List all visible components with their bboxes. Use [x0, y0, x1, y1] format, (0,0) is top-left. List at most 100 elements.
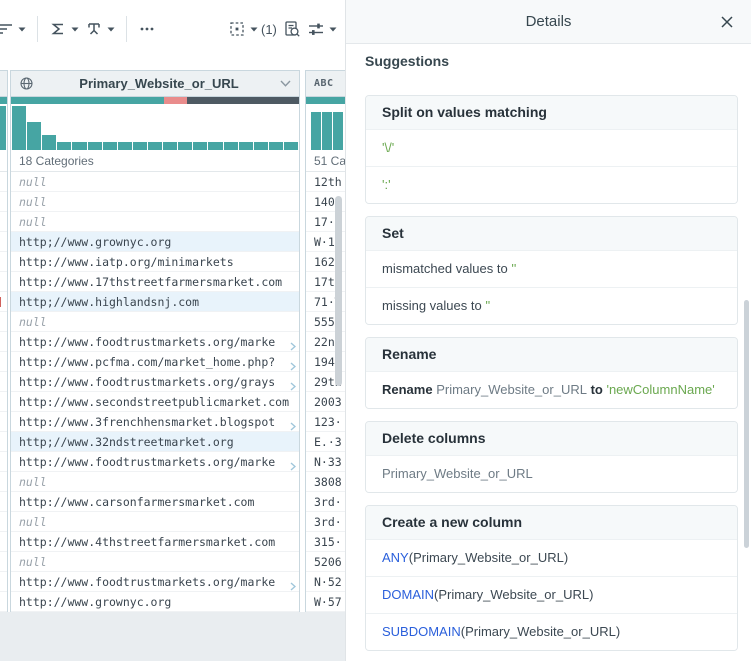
suggestion-text: (Primary_Website_or_URL): [408, 550, 569, 565]
table-row[interactable]: http://www.carsonfarmersmarket.com: [11, 492, 299, 512]
histogram-bar[interactable]: [178, 142, 193, 150]
table-row[interactable]: 315·: [306, 532, 345, 552]
histogram-bar[interactable]: [253, 142, 268, 150]
table-row[interactable]: 123·: [306, 412, 345, 432]
table-row[interactable]: http://www.3frenchhensmarket.blogspot: [11, 412, 299, 432]
table-row[interactable]: http;//www.32ndstreetmarket.org: [11, 432, 299, 452]
table-row: [0, 212, 7, 232]
table-row[interactable]: http://www.foodtrustmarkets.org/grays: [11, 372, 299, 392]
table-row[interactable]: null: [11, 552, 299, 572]
grid-vertical-scrollbar[interactable]: [335, 196, 342, 386]
table-row[interactable]: 5206: [306, 552, 345, 572]
suggestion-text: mismatched values to: [382, 261, 512, 276]
table-row[interactable]: http://www.17thstreetfarmersmarket.com: [11, 272, 299, 292]
table-row[interactable]: 3rd·: [306, 512, 345, 532]
histogram-bar[interactable]: [147, 142, 163, 150]
table-row[interactable]: N·33: [306, 452, 345, 472]
table-row[interactable]: http://www.foodtrustmarkets.org/marke: [11, 452, 299, 472]
table-row[interactable]: http://www.iatp.org/minimarkets: [11, 252, 299, 272]
table-row: [0, 352, 7, 372]
table-row[interactable]: 2003: [306, 392, 345, 412]
histogram-bar[interactable]: [223, 142, 238, 150]
histogram-bar[interactable]: [87, 142, 102, 150]
histogram-bar[interactable]: [268, 142, 283, 150]
histogram-bar[interactable]: [117, 142, 132, 150]
table-row[interactable]: null: [11, 172, 299, 192]
table-row[interactable]: http://www.foodtrustmarkets.org/marke: [11, 572, 299, 592]
suggestion-item[interactable]: ANY(Primary_Website_or_URL): [366, 539, 737, 576]
histogram-bar[interactable]: [208, 142, 223, 150]
quality-valid[interactable]: [11, 97, 164, 104]
column-rows: [0, 172, 7, 612]
suggestion-item[interactable]: Primary_Website_or_URL: [366, 455, 737, 492]
categories-count: 51 Cate: [306, 150, 345, 172]
table-row[interactable]: null: [11, 212, 299, 232]
table-row[interactable]: 12th: [306, 172, 345, 192]
histogram-bar[interactable]: [283, 142, 299, 150]
histogram-bar[interactable]: [193, 142, 208, 150]
cell-value: http;//www.32ndstreetmarket.org: [19, 435, 234, 449]
suggestion-text: 'newColumnName': [606, 382, 715, 397]
table-row[interactable]: http;//www.highlandsnj.com: [11, 292, 299, 312]
close-button[interactable]: [717, 12, 737, 32]
cell-value: null: [19, 215, 47, 229]
suggestion-card-title: Create a new column: [366, 506, 737, 539]
histogram-bar[interactable]: [163, 142, 178, 150]
table-row[interactable]: N·52: [306, 572, 345, 592]
column-header[interactable]: ABC: [306, 71, 345, 97]
cell-value: http://www.pcfma.com/market_home.php?: [19, 355, 276, 369]
cell-value: null: [19, 315, 47, 329]
suggestion-item[interactable]: mismatched values to '': [366, 250, 737, 287]
table-row: [0, 552, 7, 572]
suggestion-text: '': [511, 261, 517, 276]
histogram-bar[interactable]: [12, 106, 27, 150]
table-row[interactable]: http://www.4thstreetfarmersmarket.com: [11, 532, 299, 552]
histogram-bar[interactable]: [132, 142, 147, 150]
suggestion-item[interactable]: '\/': [366, 129, 737, 166]
panel-vertical-scrollbar[interactable]: [744, 300, 749, 548]
suggestion-item[interactable]: missing values to '': [366, 287, 737, 324]
histogram-bar[interactable]: [333, 112, 343, 150]
table-row[interactable]: null: [11, 472, 299, 492]
histogram: [11, 104, 299, 150]
table-row[interactable]: http;//www.grownyc.org: [11, 232, 299, 252]
table-row[interactable]: null: [11, 312, 299, 332]
data-quality-bar: [306, 97, 345, 104]
cell-value: null: [19, 175, 47, 189]
suggestion-item[interactable]: SUBDOMAIN(Primary_Website_or_URL): [366, 613, 737, 650]
histogram-bar[interactable]: [27, 122, 42, 150]
column-type-abc: ABC: [314, 78, 334, 89]
histogram-bar[interactable]: [42, 135, 57, 150]
table-row[interactable]: null: [11, 512, 299, 532]
histogram-bar[interactable]: [322, 112, 332, 150]
histogram-bar[interactable]: [238, 142, 253, 150]
data-quality-bar: [0, 97, 7, 104]
table-row[interactable]: http://www.secondstreetpublicmarket.com: [11, 392, 299, 412]
suggestion-text: ':': [382, 177, 391, 192]
histogram-bar[interactable]: [311, 112, 321, 150]
histogram-bar[interactable]: [102, 142, 117, 150]
cell-value: E.·3: [314, 435, 342, 449]
table-row[interactable]: E.·3: [306, 432, 345, 452]
column-header[interactable]: Primary_Website_or_URL: [11, 71, 299, 97]
quality-mismatched[interactable]: [163, 97, 187, 104]
suggestion-item[interactable]: ':': [366, 166, 737, 203]
cell-value: http://www.grownyc.org: [19, 595, 172, 609]
table-row[interactable]: 3808: [306, 472, 345, 492]
table-row[interactable]: W·57: [306, 592, 345, 612]
cell-value: 3rd·: [314, 515, 342, 529]
table-row[interactable]: http://www.pcfma.com/market_home.php?: [11, 352, 299, 372]
histogram-bar[interactable]: [72, 142, 87, 150]
histogram-bar[interactable]: [57, 142, 72, 150]
histogram: [306, 104, 345, 150]
table-row[interactable]: http://www.grownyc.org: [11, 592, 299, 612]
table-row[interactable]: 3rd·: [306, 492, 345, 512]
table-row[interactable]: http://www.foodtrustmarkets.org/marke: [11, 332, 299, 352]
details-panel: Details Suggestions Split on values matc…: [345, 0, 751, 661]
suggestion-item[interactable]: DOMAIN(Primary_Website_or_URL): [366, 576, 737, 613]
table-row: [0, 292, 7, 312]
quality-missing[interactable]: [186, 97, 299, 104]
quality-valid[interactable]: [306, 97, 345, 104]
table-row[interactable]: null: [11, 192, 299, 212]
suggestion-item[interactable]: Rename Primary_Website_or_URL to 'newCol…: [366, 371, 737, 408]
